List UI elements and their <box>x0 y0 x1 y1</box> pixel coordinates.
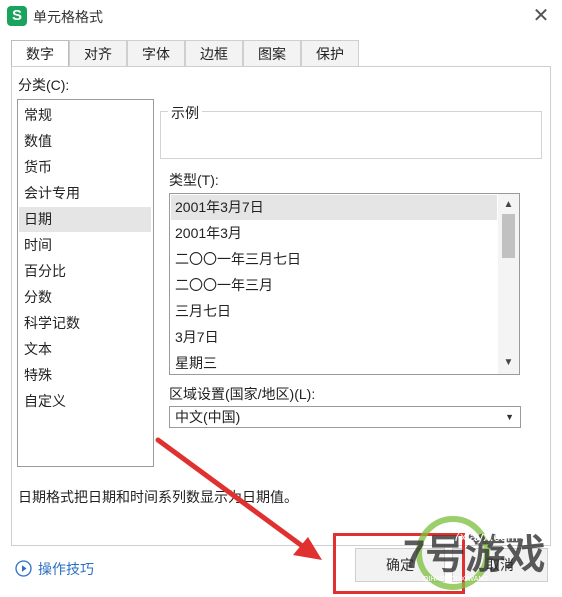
type-item[interactable]: 二〇〇一年三月七日 <box>171 247 497 272</box>
category-list[interactable]: 常规 数值 货币 会计专用 日期 时间 百分比 分数 科学记数 文本 特殊 自定… <box>17 99 154 467</box>
wps-spreadsheet-icon: S <box>7 6 27 26</box>
format-description: 日期格式把日期和时间系列数显示为日期值。 <box>18 489 298 505</box>
type-item[interactable]: 2001年3月7日 <box>171 195 497 220</box>
category-item-text[interactable]: 文本 <box>19 337 151 362</box>
tab-font[interactable]: 字体 <box>127 40 185 66</box>
type-label: 类型(T): <box>169 172 219 188</box>
close-button[interactable]: ✕ <box>528 4 554 28</box>
sample-label: 示例 <box>168 103 202 123</box>
category-item-fraction[interactable]: 分数 <box>19 285 151 310</box>
ok-button[interactable]: 确定 <box>355 548 445 582</box>
scroll-thumb[interactable] <box>502 214 515 258</box>
category-item-currency[interactable]: 货币 <box>19 155 151 180</box>
category-item-number[interactable]: 数值 <box>19 129 151 154</box>
type-item[interactable]: 2001年3月 <box>171 221 497 246</box>
operation-tips-label: 操作技巧 <box>38 561 94 577</box>
locale-select[interactable]: 中文(中国) ▼ <box>169 406 521 428</box>
category-item-accounting[interactable]: 会计专用 <box>19 181 151 206</box>
type-list[interactable]: 2001年3月7日 2001年3月 二〇〇一年三月七日 二〇〇一年三月 三月七日… <box>169 193 520 375</box>
tab-pattern[interactable]: 图案 <box>243 40 301 66</box>
locale-value: 中文(中国) <box>175 409 241 425</box>
category-item-general[interactable]: 常规 <box>19 103 151 128</box>
dialog-title: 单元格格式 <box>33 9 103 25</box>
dropdown-arrow-icon: ▼ <box>505 412 514 422</box>
tab-alignment[interactable]: 对齐 <box>69 40 127 66</box>
category-item-percentage[interactable]: 百分比 <box>19 259 151 284</box>
category-item-special[interactable]: 特殊 <box>19 363 151 388</box>
category-item-custom[interactable]: 自定义 <box>19 389 151 414</box>
category-item-date[interactable]: 日期 <box>19 207 151 232</box>
category-item-time[interactable]: 时间 <box>19 233 151 258</box>
category-item-scientific[interactable]: 科学记数 <box>19 311 151 336</box>
type-item[interactable]: 三月七日 <box>171 299 497 324</box>
category-label: 分类(C): <box>18 77 70 93</box>
play-circle-icon <box>15 560 32 577</box>
type-item[interactable]: 二〇〇一年三月 <box>171 273 497 298</box>
close-icon: ✕ <box>532 5 550 27</box>
title-bar: S 单元格格式 ✕ <box>0 0 562 32</box>
tab-number[interactable]: 数字 <box>11 40 69 68</box>
scroll-down-icon[interactable]: ▼ <box>498 354 519 372</box>
type-item[interactable]: 3月7日 <box>171 325 497 350</box>
tab-protection[interactable]: 保护 <box>301 40 359 66</box>
sample-box <box>160 111 542 159</box>
cancel-button[interactable]: 取消 <box>452 548 548 582</box>
tab-border[interactable]: 边框 <box>185 40 243 66</box>
type-list-scrollbar[interactable]: ▲ ▼ <box>498 194 519 374</box>
locale-label: 区域设置(国家/地区)(L): <box>169 386 316 402</box>
type-item[interactable]: 星期三 <box>171 351 497 374</box>
scroll-up-icon[interactable]: ▲ <box>498 196 519 214</box>
